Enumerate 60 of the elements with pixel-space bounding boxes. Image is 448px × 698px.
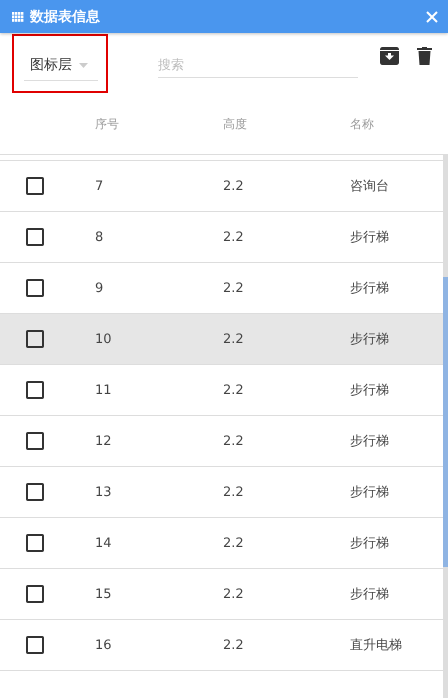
table-cell: 9: [95, 280, 104, 296]
table-row[interactable]: 16 2.2 直升电梯: [0, 620, 443, 671]
table-row[interactable]: 8 2.2 步行梯: [0, 212, 443, 263]
window-title: 数据表信息: [30, 8, 101, 26]
table-cell: 步行梯: [350, 434, 389, 449]
row-checkbox[interactable]: [26, 177, 44, 195]
table-row[interactable]: 13 2.2 步行梯: [0, 467, 443, 518]
table-cell: 12: [95, 434, 112, 448]
table-row[interactable]: 12 2.2 步行梯: [0, 416, 443, 467]
row-checkbox[interactable]: [26, 585, 44, 603]
table-cell: 步行梯: [350, 281, 389, 296]
row-checkbox[interactable]: [26, 636, 44, 654]
row-checkbox[interactable]: [26, 330, 44, 348]
table-cell: 步行梯: [350, 383, 389, 398]
row-checkbox[interactable]: [26, 432, 44, 450]
table-cell: 步行梯: [350, 536, 389, 551]
grid-icon: [12, 12, 24, 22]
table-cell: 8: [95, 230, 104, 244]
table-row[interactable]: 15 2.2 步行梯: [0, 569, 443, 620]
table-cell: 16: [95, 638, 112, 652]
column-header: 高度: [223, 117, 247, 131]
column-header: 序号: [95, 117, 119, 131]
table-cell: 2.2: [223, 230, 244, 244]
table-cell: 直升电梯: [350, 638, 402, 653]
row-checkbox[interactable]: [26, 534, 44, 552]
table-cell: 13: [95, 484, 112, 500]
layer-dropdown[interactable]: 图标层: [24, 50, 98, 81]
trash-icon[interactable]: [417, 47, 432, 65]
table-cell: 2.2: [223, 332, 244, 346]
scrollbar[interactable]: [443, 155, 448, 698]
table-row[interactable]: 11 2.2 步行梯: [0, 365, 443, 416]
table-cell: 2.2: [223, 638, 244, 652]
table-cell: 10: [95, 332, 112, 346]
archive-download-icon[interactable]: [380, 47, 399, 65]
table-cell: 2.2: [223, 484, 244, 500]
table-cell: 步行梯: [350, 485, 389, 500]
row-checkbox[interactable]: [26, 483, 44, 501]
table-cell: 2.2: [223, 382, 244, 398]
row-checkbox[interactable]: [26, 279, 44, 297]
row-checkbox[interactable]: [26, 381, 44, 399]
table-cell: 咨询台: [350, 179, 389, 194]
table-cell: 2.2: [223, 536, 244, 550]
close-button[interactable]: [424, 8, 440, 24]
table-cell: 7: [95, 178, 104, 194]
table-cell: 步行梯: [350, 230, 389, 245]
table-row[interactable]: 14 2.2 步行梯: [0, 518, 443, 569]
column-header: 名称: [350, 117, 374, 131]
table-cell: 步行梯: [350, 587, 389, 602]
table-row[interactable]: 10 2.2 步行梯: [0, 314, 443, 365]
table-cell: 15: [95, 586, 112, 602]
table-cell: 步行梯: [350, 332, 389, 347]
table-row[interactable]: 7 2.2 咨询台: [0, 161, 443, 212]
table-cell: 14: [95, 536, 112, 550]
table-cell: 2.2: [223, 586, 244, 602]
caret-icon: [79, 62, 88, 68]
table-cell: 2.2: [223, 434, 244, 448]
table-cell: 2.2: [223, 178, 244, 194]
table-cell: 11: [95, 382, 112, 398]
row-checkbox[interactable]: [26, 228, 44, 246]
table-cell: 2.2: [223, 280, 244, 296]
